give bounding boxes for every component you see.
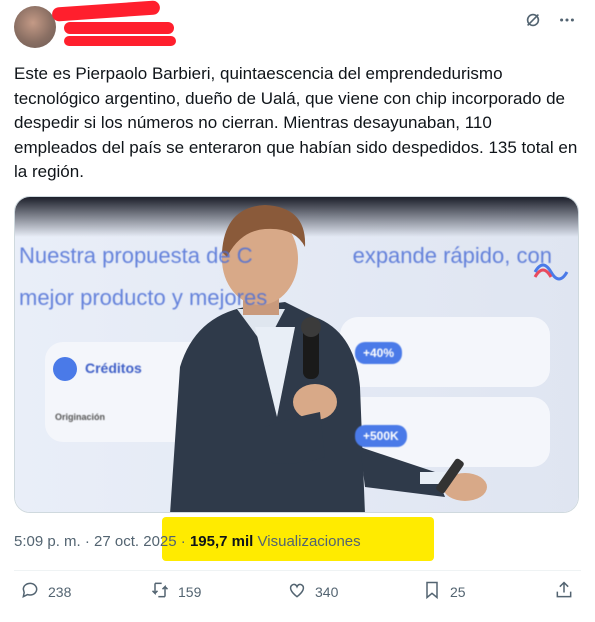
like-icon: [287, 580, 307, 603]
tweet-text: Este es Pierpaolo Barbieri, quintaescenc…: [14, 64, 578, 181]
bookmark-count: 25: [450, 583, 466, 600]
divider: [14, 570, 581, 571]
like-button[interactable]: 340: [287, 580, 338, 603]
slide-title-line2: mejor producto y mejores: [19, 285, 268, 310]
tweet-meta: 5:09 p. m. · 27 oct. 2025 · 195,7 mil Vi…: [14, 533, 361, 550]
reply-button[interactable]: 238: [20, 580, 71, 603]
redacted-name: [51, 0, 161, 22]
views-count: 195,7 mil: [189, 533, 254, 550]
slide-card-sub: Originación: [55, 412, 106, 422]
like-count: 340: [315, 583, 339, 600]
slide-card-label: Créditos: [85, 360, 142, 376]
slide-pill-1: +40%: [355, 342, 403, 364]
slide-title-line1: Nuestra propuesta de Cexpande rápido, co…: [19, 243, 552, 268]
share-button[interactable]: [554, 580, 574, 603]
tweet-top-actions: [523, 10, 577, 30]
grok-icon[interactable]: [523, 10, 543, 30]
repost-icon: [150, 580, 170, 603]
reply-icon: [20, 580, 40, 603]
meta-separator: ·: [84, 533, 90, 550]
tweet-actions: 238 159 340 25: [14, 580, 579, 608]
meta-separator-2: ·: [180, 533, 186, 550]
bookmark-button[interactable]: 25: [422, 580, 466, 603]
share-icon: [554, 580, 574, 603]
tweet-date[interactable]: 27 oct. 2025: [94, 533, 177, 550]
reply-count: 238: [48, 583, 72, 600]
tweet-time[interactable]: 5:09 p. m.: [14, 533, 81, 550]
slide-pill-2: +500K: [355, 425, 407, 447]
more-icon[interactable]: [557, 10, 577, 30]
bookmark-icon: [422, 580, 442, 603]
repost-count: 159: [178, 583, 202, 600]
redacted-handle: [64, 22, 174, 34]
redacted-handle-2: [64, 36, 176, 46]
tweet: Este es Pierpaolo Barbieri, quintaescenc…: [0, 0, 595, 622]
tweet-media[interactable]: Nuestra propuesta de Cexpande rápido, co…: [14, 196, 579, 513]
avatar[interactable]: [14, 6, 56, 48]
repost-button[interactable]: 159: [150, 580, 201, 603]
views-label: Visualizaciones: [257, 533, 361, 550]
